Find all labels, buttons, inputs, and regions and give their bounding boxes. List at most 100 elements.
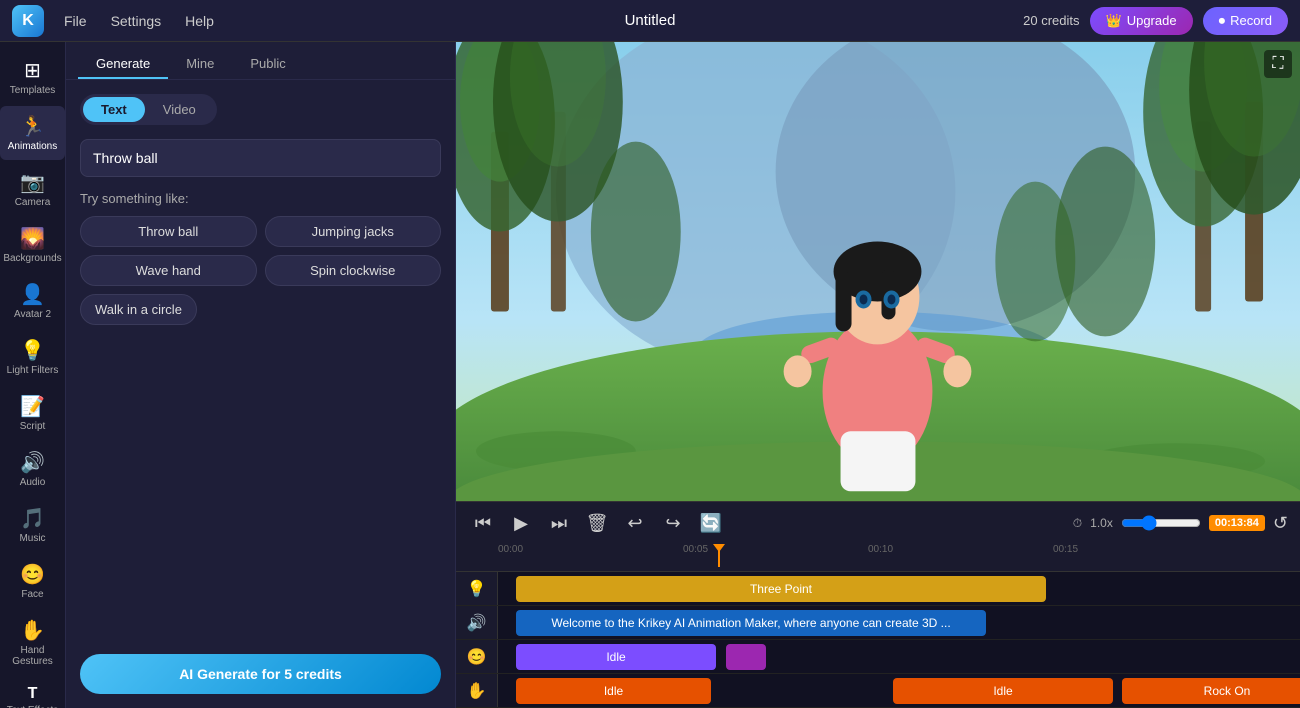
- track-row-hand: ✋ Idle Idle Rock On: [456, 674, 1300, 708]
- sidebar-label-templates: Templates: [10, 85, 56, 96]
- suggestion-jumping-jacks[interactable]: Jumping jacks: [265, 216, 442, 247]
- speed-slider[interactable]: [1121, 515, 1201, 531]
- track-row-audio: 🔊 Welcome to the Krikey AI Animation Mak…: [456, 606, 1300, 640]
- track-content-light: Three Point: [498, 572, 1300, 605]
- sidebar: ⊞ Templates 🏃 Animations 📷 Camera 🌄 Back…: [0, 42, 66, 708]
- face-icon: 😊: [20, 562, 45, 587]
- toggle-text[interactable]: Text: [83, 97, 145, 122]
- sidebar-item-templates[interactable]: ⊞ Templates: [0, 50, 65, 104]
- suggestion-wave-hand[interactable]: Wave hand: [80, 255, 257, 286]
- animations-icon: 🏃: [20, 114, 45, 139]
- ruler-mark-10: 00:10: [868, 544, 893, 555]
- crown-icon: 👑: [1106, 13, 1122, 29]
- sidebar-label-face: Face: [21, 589, 43, 600]
- clip-hand-idle1[interactable]: Idle: [516, 678, 711, 704]
- upgrade-button[interactable]: 👑 Upgrade: [1090, 7, 1193, 35]
- skip-start-button[interactable]: ⏮: [468, 508, 498, 538]
- clip-audio-welcome[interactable]: Welcome to the Krikey AI Animation Maker…: [516, 610, 986, 636]
- undo-button[interactable]: ↩: [620, 508, 650, 538]
- track-content-hand: Idle Idle Rock On: [498, 674, 1300, 707]
- sidebar-label-backgrounds: Backgrounds: [3, 253, 61, 264]
- sidebar-item-avatar[interactable]: 👤 Avatar 2: [0, 274, 65, 328]
- panel-footer: AI Generate for 5 credits: [66, 640, 455, 708]
- panel-tabs: Generate Mine Public: [66, 42, 455, 80]
- sidebar-label-music: Music: [19, 533, 45, 544]
- timeline: 00:00 00:05 00:10 00:15 💡: [456, 544, 1300, 708]
- sidebar-label-audio: Audio: [20, 477, 46, 488]
- sidebar-item-camera[interactable]: 📷 Camera: [0, 162, 65, 216]
- playhead: [718, 544, 720, 567]
- navbar-right: 20 credits 👑 Upgrade ⏺ Record: [1023, 7, 1288, 35]
- ruler-mark-15: 00:15: [1053, 544, 1078, 555]
- panel-content: Text Video Try something like: Throw bal…: [66, 80, 455, 640]
- suggestion-spin-clockwise[interactable]: Spin clockwise: [265, 255, 442, 286]
- toggle-video[interactable]: Video: [145, 97, 214, 122]
- text-effects-icon: T: [28, 685, 38, 703]
- reset-button[interactable]: ↺: [1273, 513, 1288, 534]
- record-icon: ⏺: [1219, 13, 1226, 29]
- viewport: ⛶: [456, 42, 1300, 501]
- timeline-tracks: 💡 Three Point 🔊 Welcome to the Krikey AI…: [456, 572, 1300, 708]
- suggestion-throw-ball[interactable]: Throw ball: [80, 216, 257, 247]
- sidebar-item-music[interactable]: 🎵 Music: [0, 498, 65, 552]
- tab-generate[interactable]: Generate: [78, 50, 168, 79]
- animations-panel: Generate Mine Public Text Video Try some…: [66, 42, 456, 708]
- templates-icon: ⊞: [24, 58, 41, 83]
- speed-clock-icon: ⏱: [1073, 516, 1082, 531]
- menu-file[interactable]: File: [64, 13, 87, 29]
- suggestion-walk-circle[interactable]: Walk in a circle: [80, 294, 197, 325]
- tab-public[interactable]: Public: [232, 50, 303, 79]
- sidebar-label-animations: Animations: [8, 141, 57, 152]
- speed-value: 1.0x: [1090, 516, 1113, 530]
- sidebar-item-script[interactable]: 📝 Script: [0, 386, 65, 440]
- try-label: Try something like:: [80, 191, 441, 206]
- text-video-toggle: Text Video: [80, 94, 217, 125]
- music-icon: 🎵: [20, 506, 45, 531]
- track-content-audio: Welcome to the Krikey AI Animation Maker…: [498, 606, 1300, 639]
- menu-help[interactable]: Help: [185, 13, 214, 29]
- play-button[interactable]: ▶: [506, 508, 536, 538]
- sidebar-label-script: Script: [20, 421, 46, 432]
- sidebar-item-hand-gestures[interactable]: ✋ Hand Gestures: [0, 610, 65, 675]
- track-icon-light: 💡: [456, 572, 498, 605]
- clip-hand-rock-on[interactable]: Rock On: [1122, 678, 1300, 704]
- light-filters-icon: 💡: [20, 338, 45, 363]
- sidebar-item-face[interactable]: 😊 Face: [0, 554, 65, 608]
- animation-search-input[interactable]: [80, 139, 441, 177]
- sidebar-item-audio[interactable]: 🔊 Audio: [0, 442, 65, 496]
- delete-button[interactable]: 🗑: [582, 508, 612, 538]
- track-row-face: 😊 Idle: [456, 640, 1300, 674]
- credits-button[interactable]: 20 credits: [1023, 13, 1079, 28]
- loop-button[interactable]: 🔄: [696, 508, 726, 538]
- clip-hand-idle2[interactable]: Idle: [893, 678, 1113, 704]
- main-area: ⊞ Templates 🏃 Animations 📷 Camera 🌄 Back…: [0, 42, 1300, 708]
- skip-end-button[interactable]: ⏭: [544, 508, 574, 538]
- track-icon-audio: 🔊: [456, 606, 498, 639]
- sidebar-item-animations[interactable]: 🏃 Animations: [0, 106, 65, 160]
- track-content-face: Idle: [498, 640, 1300, 673]
- track-icon-hand: ✋: [456, 674, 498, 707]
- clip-face-idle2[interactable]: [726, 644, 766, 670]
- clip-three-point[interactable]: Three Point: [516, 576, 1046, 602]
- ai-generate-button[interactable]: AI Generate for 5 credits: [80, 654, 441, 694]
- sidebar-item-backgrounds[interactable]: 🌄 Backgrounds: [0, 218, 65, 272]
- viewport-area: ⛶ ⏮ ▶ ⏭ 🗑 ↩ ↪ 🔄 ⏱ 1.0x 00:13:84 ↺ 00: [456, 42, 1300, 708]
- tab-mine[interactable]: Mine: [168, 50, 232, 79]
- suggestion-grid: Throw ball Jumping jacks Wave hand Spin …: [80, 216, 441, 325]
- app-logo[interactable]: K: [12, 5, 44, 37]
- sidebar-item-light-filters[interactable]: 💡 Light Filters: [0, 330, 65, 384]
- audio-icon: 🔊: [20, 450, 45, 475]
- timeline-controls: ⏮ ▶ ⏭ 🗑 ↩ ↪ 🔄 ⏱ 1.0x 00:13:84 ↺: [456, 501, 1300, 544]
- speed-control: ⏱ 1.0x 00:13:84 ↺: [1073, 513, 1288, 534]
- sidebar-label-hand-gestures: Hand Gestures: [4, 645, 61, 667]
- scene-svg: [456, 42, 1300, 501]
- clip-face-idle[interactable]: Idle: [516, 644, 716, 670]
- sidebar-item-text-effects[interactable]: T Text Effects: [0, 677, 65, 708]
- redo-button[interactable]: ↪: [658, 508, 688, 538]
- fullscreen-button[interactable]: ⛶: [1264, 50, 1292, 78]
- ruler-mark-5: 00:05: [683, 544, 708, 555]
- record-button[interactable]: ⏺ Record: [1203, 7, 1288, 35]
- navbar: K File Settings Help Untitled 20 credits…: [0, 0, 1300, 42]
- menu-settings[interactable]: Settings: [111, 13, 162, 29]
- ruler-mark-0: 00:00: [498, 544, 523, 555]
